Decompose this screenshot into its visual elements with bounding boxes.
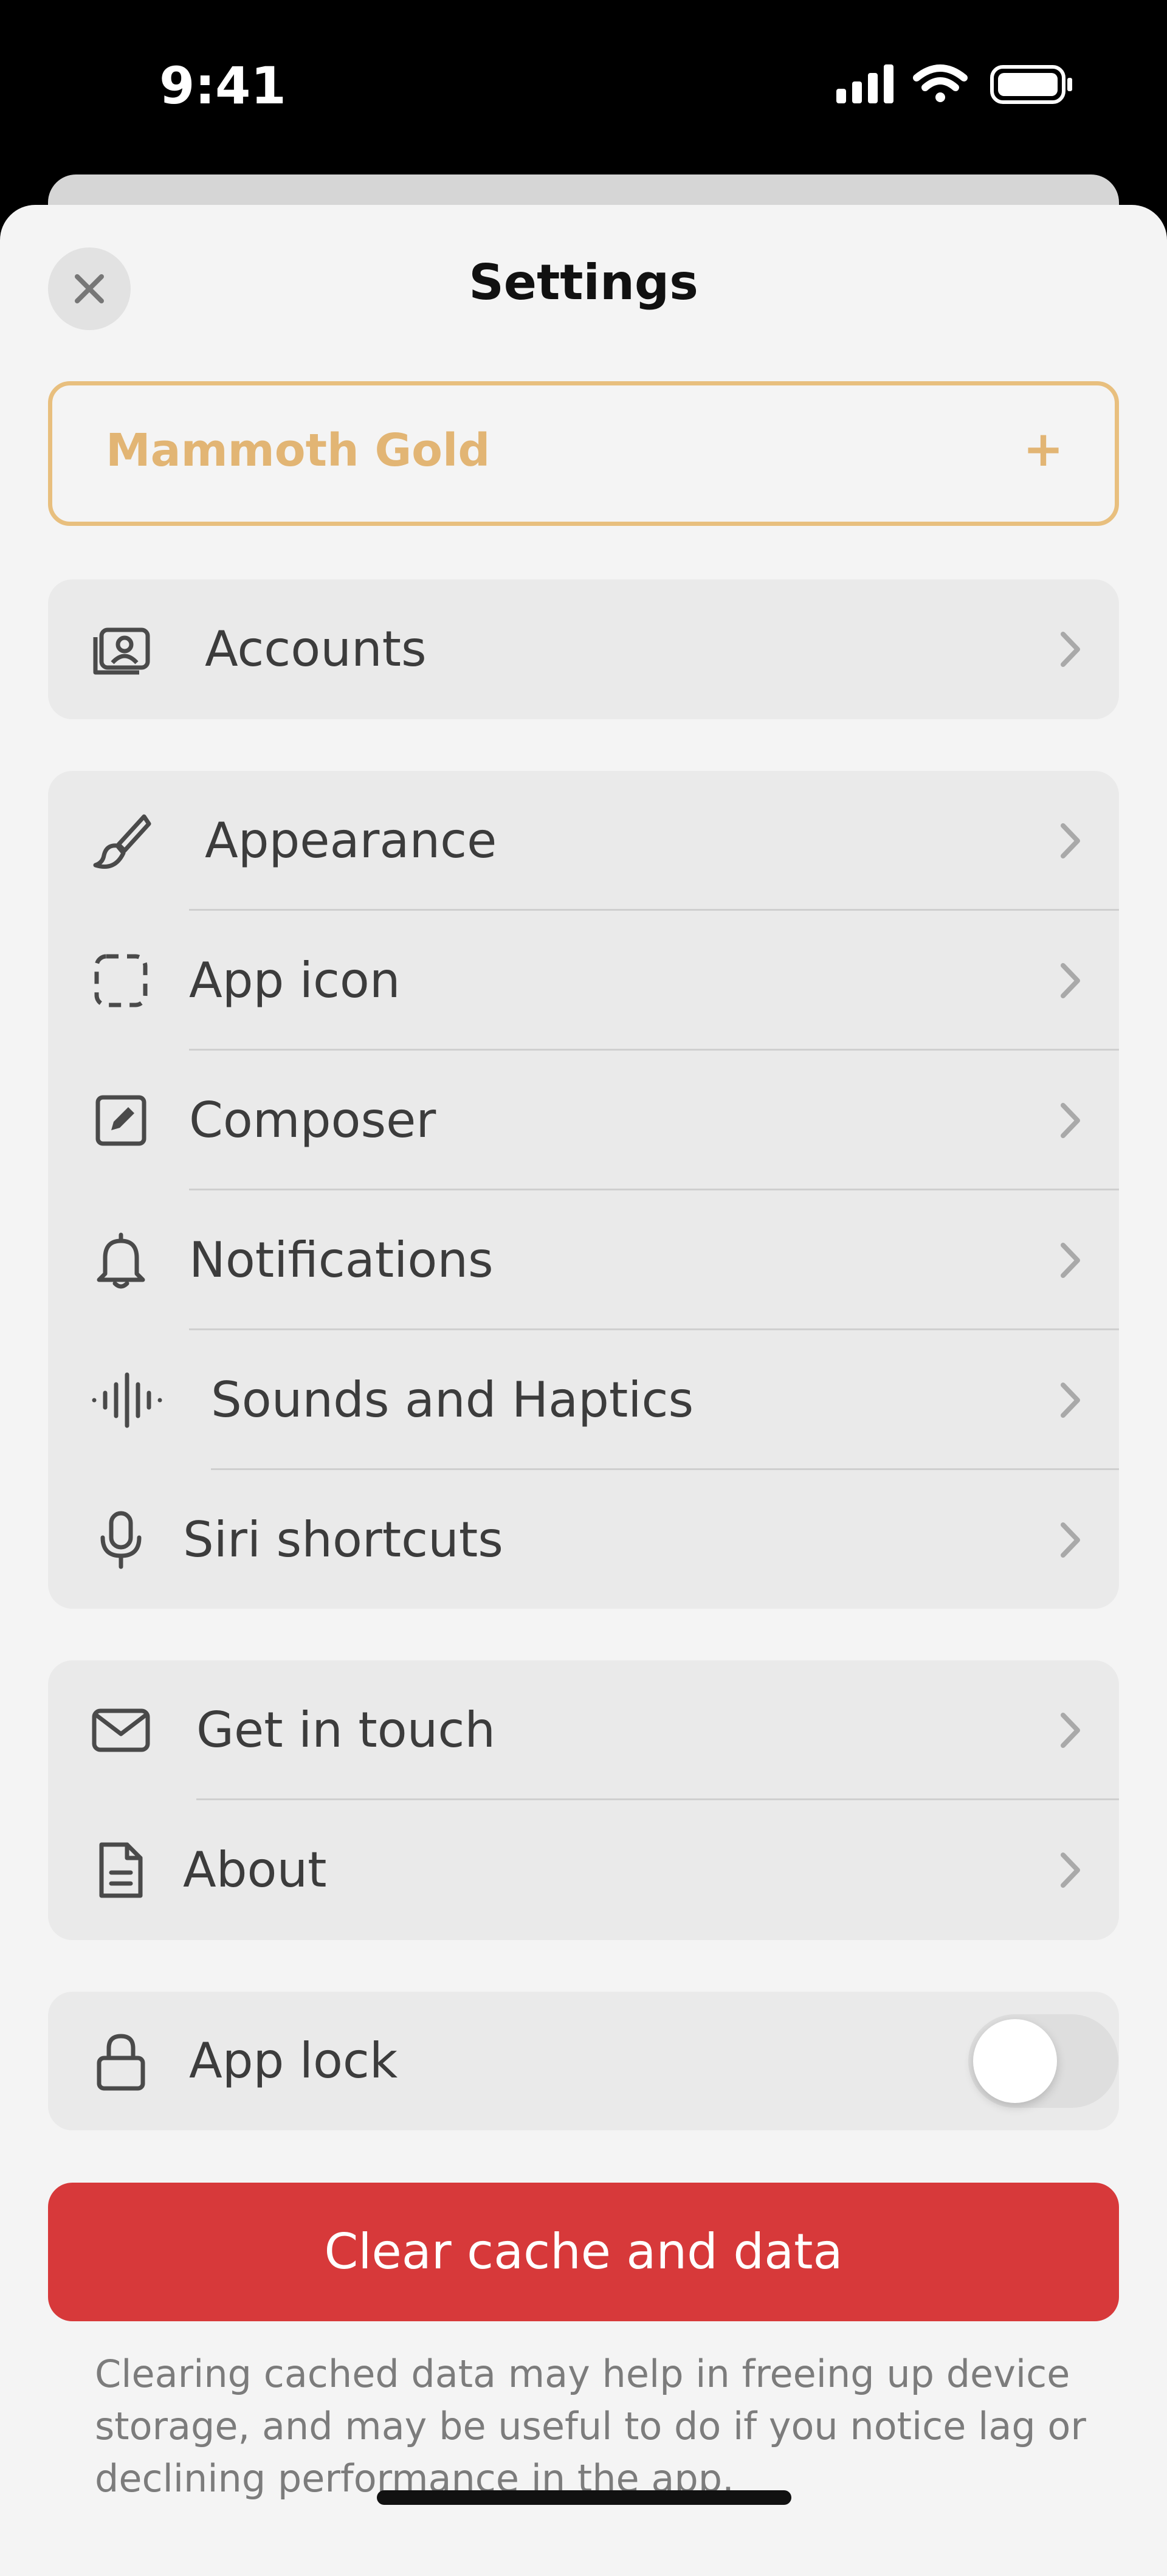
- status-icons: [836, 64, 1072, 104]
- chevron-right-icon: [1061, 1383, 1080, 1418]
- settings-row-label: Notifications: [189, 1232, 494, 1288]
- waveform-icon: [92, 1372, 162, 1428]
- chevron-right-icon: [1061, 823, 1080, 858]
- security-group: App lock: [48, 1992, 1119, 2130]
- document-icon: [99, 1842, 143, 1898]
- chevron-right-icon: [1061, 1853, 1080, 1888]
- settings-row-siri[interactable]: Siri shortcuts: [48, 1470, 1119, 1609]
- settings-row-label: Get in touch: [196, 1702, 496, 1758]
- chevron-right-icon: [1061, 963, 1080, 998]
- status-bar: 9:41: [0, 0, 1167, 176]
- settings-row-app-lock: App lock: [48, 1992, 1119, 2130]
- general-group: Appearance App icon Composer Notificatio…: [48, 771, 1119, 1609]
- settings-row-get-in-touch[interactable]: Get in touch: [48, 1660, 1119, 1800]
- bell-icon: [97, 1232, 145, 1289]
- settings-row-label: Composer: [189, 1092, 436, 1148]
- settings-row-label: App icon: [189, 952, 401, 1009]
- plus-icon: +: [1022, 421, 1064, 477]
- settings-row-sounds[interactable]: Sounds and Haptics: [48, 1330, 1119, 1470]
- settings-row-label: Appearance: [205, 812, 497, 869]
- settings-row-app-icon[interactable]: App icon: [48, 911, 1119, 1051]
- lock-icon: [97, 2034, 145, 2091]
- settings-row-label: Accounts: [205, 621, 427, 677]
- gold-label: Mammoth Gold: [106, 424, 491, 477]
- settings-row-label: About: [183, 1842, 327, 1898]
- settings-row-label: Siri shortcuts: [183, 1511, 503, 1568]
- settings-row-composer[interactable]: Composer: [48, 1051, 1119, 1190]
- app-icon-icon: [94, 954, 148, 1007]
- settings-row-notifications[interactable]: Notifications: [48, 1190, 1119, 1330]
- settings-row-label: App lock: [189, 2032, 398, 2089]
- clear-cache-button[interactable]: Clear cache and data: [48, 2183, 1119, 2321]
- support-group: Get in touch About: [48, 1660, 1119, 1940]
- clear-cache-note: Clearing cached data may help in freeing…: [95, 2352, 1086, 2501]
- paintbrush-icon: [93, 814, 151, 869]
- home-indicator[interactable]: [377, 2490, 791, 2505]
- app-lock-toggle[interactable]: [968, 2014, 1118, 2108]
- settings-row-appearance[interactable]: Appearance: [48, 771, 1119, 911]
- accounts-group: Accounts: [48, 579, 1119, 719]
- mammoth-gold-button[interactable]: Mammoth Gold +: [48, 381, 1119, 526]
- settings-row-label: Sounds and Haptics: [211, 1372, 694, 1428]
- page-title: Settings: [469, 254, 698, 311]
- chevron-right-icon: [1061, 1713, 1080, 1748]
- settings-row-about[interactable]: About: [48, 1800, 1119, 1940]
- chevron-right-icon: [1061, 632, 1080, 667]
- compose-icon: [95, 1095, 146, 1146]
- accounts-icon: [93, 627, 150, 675]
- microphone-icon: [100, 1511, 142, 1569]
- wifi-icon: [913, 64, 968, 102]
- envelope-icon: [92, 1708, 150, 1752]
- chevron-right-icon: [1061, 1522, 1080, 1558]
- status-time: 9:41: [159, 56, 286, 116]
- chevron-right-icon: [1061, 1243, 1080, 1278]
- cellular-signal-icon: [836, 64, 893, 103]
- chevron-right-icon: [1061, 1103, 1080, 1138]
- settings-row-accounts[interactable]: Accounts: [48, 579, 1119, 719]
- battery-icon: [990, 65, 1072, 104]
- toggle-knob: [973, 2019, 1057, 2103]
